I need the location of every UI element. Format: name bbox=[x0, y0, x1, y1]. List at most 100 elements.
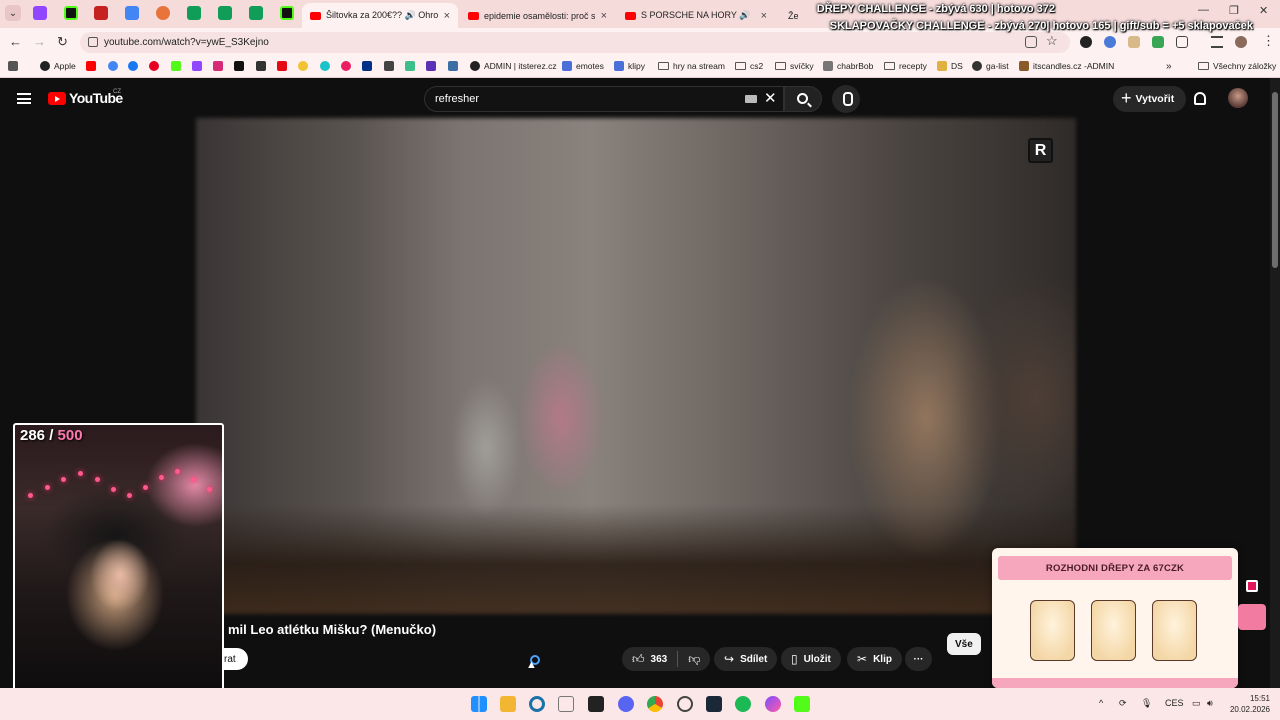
bookmark-klipy[interactable]: klipy bbox=[614, 61, 645, 71]
bookmark-youtube[interactable] bbox=[86, 61, 100, 71]
bookmark-x[interactable] bbox=[234, 61, 248, 71]
forward-icon[interactable]: → bbox=[33, 34, 46, 49]
keyboard-icon[interactable] bbox=[745, 95, 757, 103]
system-clock[interactable]: 15:51 20.02.2026 bbox=[1228, 693, 1270, 715]
search-button[interactable] bbox=[784, 86, 822, 112]
obs-icon[interactable] bbox=[677, 696, 693, 712]
menu-icon[interactable] bbox=[17, 93, 31, 104]
ccleaner-icon[interactable] bbox=[529, 696, 545, 712]
bookmark-chabrbob[interactable]: chabrBob bbox=[823, 61, 873, 71]
bookmark-all[interactable]: Všechny záložky bbox=[1198, 61, 1276, 71]
video-player[interactable] bbox=[196, 118, 1076, 614]
tab-search-icon[interactable]: ⌄ bbox=[5, 5, 21, 21]
chrome-icon[interactable] bbox=[647, 696, 663, 712]
restore-icon[interactable]: ❐ bbox=[1229, 4, 1239, 17]
browser-menu-icon[interactable]: ⋮ bbox=[1262, 33, 1275, 49]
bookmark-yellow[interactable] bbox=[298, 61, 312, 71]
docs-tab-icon[interactable] bbox=[125, 6, 139, 20]
bookmark-folder-hry[interactable]: hry na stream bbox=[658, 61, 725, 71]
clip-button[interactable]: ✂ Klip bbox=[847, 647, 902, 671]
address-bar[interactable]: youtube.com/watch?v=ywE_S3Kejno bbox=[80, 32, 1070, 53]
share-button[interactable]: ↪ Sdílet bbox=[714, 647, 778, 671]
app-icon[interactable] bbox=[558, 696, 574, 712]
channel-watermark[interactable]: R bbox=[1028, 138, 1053, 163]
youtube-logo-icon[interactable] bbox=[48, 92, 66, 105]
kick-tab-icon[interactable] bbox=[64, 6, 78, 20]
like-icon[interactable]: 👍︎ bbox=[632, 652, 645, 667]
extension-icon-1[interactable] bbox=[1080, 36, 1092, 48]
minimize-icon[interactable]: — bbox=[1198, 4, 1209, 16]
bookmark-folder-svicky[interactable]: svíčky bbox=[775, 61, 814, 71]
scrollbar-thumb[interactable] bbox=[1272, 92, 1278, 268]
site-info-icon[interactable] bbox=[88, 37, 98, 47]
kick-tab-icon-2[interactable] bbox=[280, 6, 294, 20]
close-tab-icon[interactable]: × bbox=[601, 10, 607, 22]
language-indicator[interactable]: CES bbox=[1165, 698, 1184, 708]
bookmark-instagram[interactable] bbox=[213, 61, 227, 71]
clear-search-icon[interactable]: ✕ bbox=[764, 89, 777, 107]
reload-icon[interactable]: ↻ bbox=[57, 34, 68, 50]
bookmark-itscandles[interactable]: itscandles.cz -ADMIN bbox=[1019, 61, 1114, 71]
create-button[interactable]: + Vytvořit bbox=[1113, 86, 1187, 112]
install-app-icon[interactable] bbox=[1025, 36, 1037, 48]
tray-mic-icon[interactable]: 🎙︎ bbox=[1141, 698, 1152, 709]
tab-video-4[interactable]: Že bbox=[780, 3, 814, 28]
save-button[interactable]: ▯ Uložit bbox=[781, 647, 841, 671]
extensions-puzzle-icon[interactable] bbox=[1176, 36, 1188, 48]
bookmark-kick[interactable] bbox=[171, 61, 185, 71]
kick-app-icon[interactable] bbox=[794, 696, 810, 712]
bookmark-dark[interactable] bbox=[256, 61, 270, 71]
bookmark-twitch[interactable] bbox=[192, 61, 206, 71]
dislike-icon[interactable]: 👎︎ bbox=[688, 652, 700, 667]
bookmarks-overflow-icon[interactable]: » bbox=[1166, 61, 1172, 72]
account-avatar[interactable] bbox=[1228, 88, 1248, 108]
sheets-tab-icon-2[interactable] bbox=[218, 6, 232, 20]
tab-video-active[interactable]: Šiltovka za 200€?? 🔊 Ohroměn × bbox=[302, 3, 458, 28]
bookmark-pinterest[interactable] bbox=[149, 61, 163, 71]
spotify-icon[interactable] bbox=[735, 696, 751, 712]
bookmark-facebook[interactable] bbox=[128, 61, 142, 71]
tray-sync-icon[interactable]: ⟳ bbox=[1119, 698, 1127, 709]
bookmark-folder-recepty[interactable]: recepty bbox=[884, 61, 927, 71]
extension-icon-4[interactable] bbox=[1152, 36, 1164, 48]
bookmark-fansly[interactable] bbox=[341, 61, 355, 71]
steam-icon[interactable] bbox=[706, 696, 722, 712]
extension-icon-2[interactable] bbox=[1104, 36, 1116, 48]
bookmark-blue[interactable] bbox=[448, 61, 462, 71]
bookmark-emotes[interactable]: emotes bbox=[562, 61, 604, 71]
bookmark-ds[interactable]: DS bbox=[937, 61, 963, 71]
more-actions-button[interactable]: ··· bbox=[905, 647, 932, 671]
bookmark-apple[interactable]: Apple bbox=[40, 61, 76, 71]
bookmark-paypal[interactable] bbox=[362, 61, 376, 71]
chip-all[interactable]: Vše bbox=[947, 633, 981, 655]
close-tab-icon[interactable]: × bbox=[761, 10, 767, 22]
bookmark-ga-list[interactable]: ga-list bbox=[972, 61, 1009, 71]
capcut-icon[interactable] bbox=[588, 696, 604, 712]
bookmark-cyan[interactable] bbox=[320, 61, 334, 71]
close-window-icon[interactable]: ✕ bbox=[1259, 4, 1268, 17]
bookmark-fo[interactable] bbox=[384, 61, 398, 71]
apps-grid-icon[interactable] bbox=[8, 61, 22, 71]
notifications-bell-icon[interactable] bbox=[1194, 92, 1206, 105]
gmail-tab-icon[interactable] bbox=[94, 6, 108, 20]
start-menu-icon[interactable] bbox=[471, 696, 487, 712]
tray-overflow-icon[interactable]: ^ bbox=[1099, 698, 1103, 708]
bookmark-tt[interactable] bbox=[405, 61, 419, 71]
app-icon-2[interactable] bbox=[765, 696, 781, 712]
sheets-tab-icon-3[interactable] bbox=[249, 6, 263, 20]
discord-icon[interactable] bbox=[618, 696, 634, 712]
reading-list-icon[interactable] bbox=[1211, 36, 1223, 48]
network-icon[interactable]: ▭ bbox=[1192, 698, 1201, 709]
close-tab-icon[interactable]: × bbox=[444, 10, 450, 22]
extension-icon-3[interactable] bbox=[1128, 36, 1140, 48]
bookmark-admin-itsterez[interactable]: ADMIN | itsterez.cz bbox=[470, 61, 557, 71]
back-icon[interactable]: ← bbox=[9, 34, 22, 49]
profile-avatar[interactable] bbox=[1235, 36, 1247, 48]
like-count[interactable]: 363 bbox=[651, 654, 668, 665]
bookmark-netflix[interactable] bbox=[277, 61, 291, 71]
bookmark-purple[interactable] bbox=[426, 61, 440, 71]
voice-search-button[interactable] bbox=[832, 85, 860, 113]
bookmark-folder-cs2[interactable]: cs2 bbox=[735, 61, 763, 71]
search-input[interactable]: refresher bbox=[424, 86, 784, 112]
bookmark-star-icon[interactable]: ☆ bbox=[1046, 33, 1058, 49]
